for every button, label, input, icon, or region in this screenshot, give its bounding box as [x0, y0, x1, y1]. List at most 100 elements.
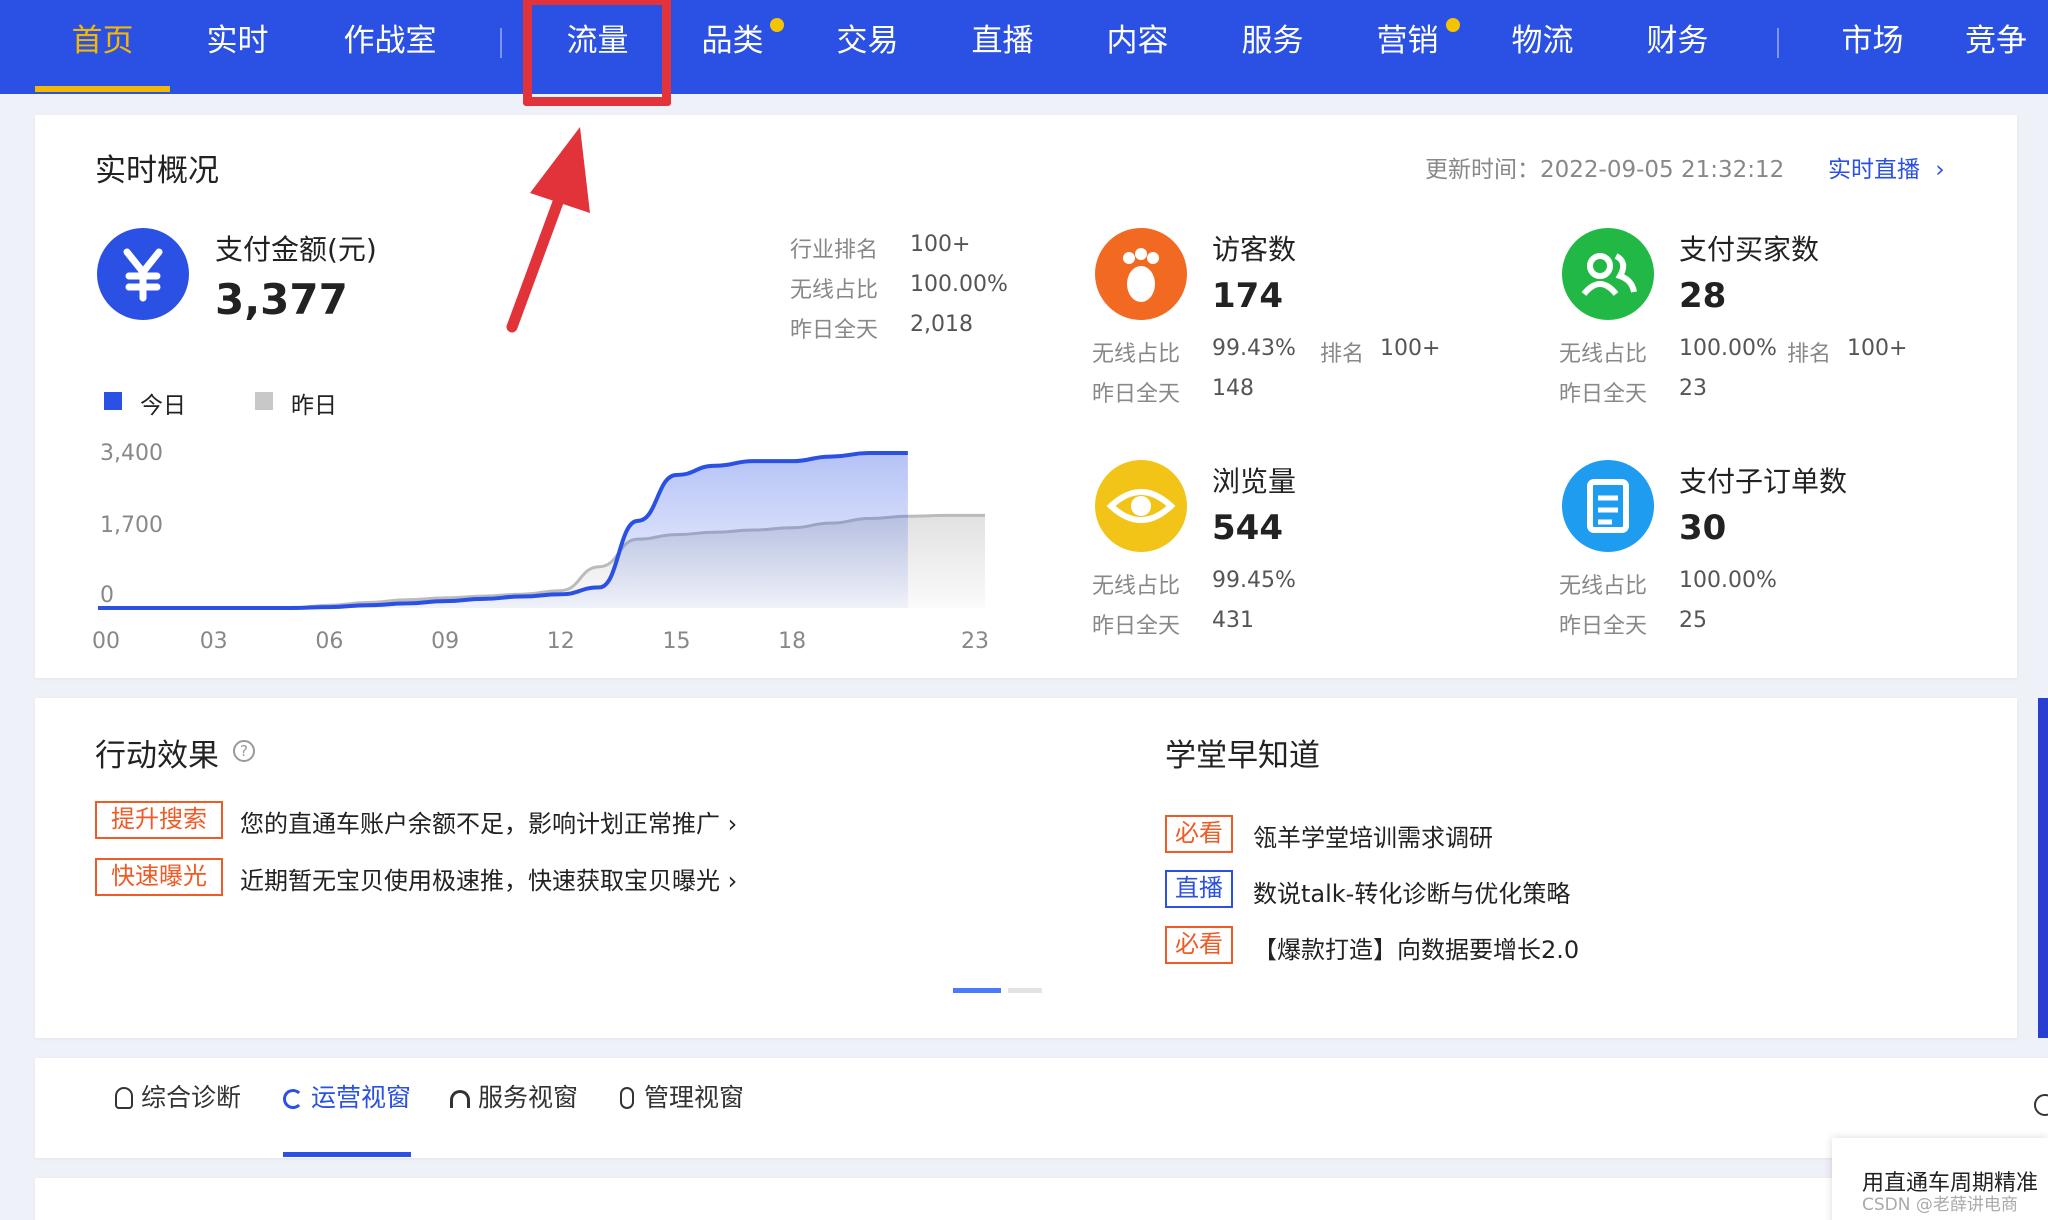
nav-content[interactable]: 内容: [1095, 0, 1180, 94]
highlight-box-annotation: [523, 0, 671, 106]
metric-value: 30: [1679, 508, 1727, 548]
action-text-search[interactable]: 您的直通车账户余额不足，影响计划正常推广 ›: [240, 804, 737, 839]
metric-yesterday-value: 431: [1212, 608, 1254, 633]
y-tick-label: 0: [100, 583, 114, 608]
payment-value: 3,377: [215, 275, 348, 324]
clipboard-icon: [1562, 460, 1654, 552]
school-tag: 必看: [1165, 815, 1233, 853]
payment-rank-value: 100+: [910, 232, 971, 257]
tab-diagnosis-label: 综合诊断: [141, 1083, 242, 1112]
legend-today-label: 今日: [140, 393, 186, 419]
nav-separator: [500, 28, 502, 58]
metric-label: 支付买家数: [1679, 233, 1820, 266]
x-tick-label: 09: [431, 629, 459, 654]
arrow-annotation-icon: [506, 127, 590, 333]
tab-management-label: 管理视窗: [644, 1083, 745, 1112]
action-tag-exposure[interactable]: 快速曝光: [95, 858, 223, 896]
nav-separator: [1777, 28, 1779, 58]
y-tick-label: 3,400: [100, 441, 163, 466]
metric-yesterday-value: 23: [1679, 376, 1707, 401]
nav-market[interactable]: 市场: [1830, 0, 1915, 94]
medal-icon: [620, 1087, 634, 1109]
payment-rank-label: 行业排名: [790, 238, 879, 263]
metric-wireless-label: 无线占比: [1092, 574, 1181, 599]
metric-wireless-value: 100.00%: [1679, 568, 1777, 593]
metric-wireless-label: 无线占比: [1559, 574, 1648, 599]
watermark: CSDN @老薛讲电商: [1862, 1195, 2018, 1215]
school-title: 学堂早知道: [1165, 738, 1320, 774]
metric-label: 支付子订单数: [1679, 465, 1848, 498]
x-tick-label: 15: [662, 629, 690, 654]
tab-management[interactable]: 管理视窗: [620, 1078, 744, 1114]
tab-diagnosis[interactable]: 综合诊断: [115, 1078, 241, 1114]
metric-value: 544: [1212, 508, 1283, 548]
x-tick-label: 18: [778, 629, 806, 654]
nav-home[interactable]: 首页: [40, 0, 165, 94]
legend-yesterday-label: 昨日: [291, 393, 337, 419]
bulb-icon: [115, 1087, 133, 1109]
legend-today-swatch: [104, 392, 122, 410]
school-item-3[interactable]: 【爆款打造】向数据要增长2.0: [1253, 930, 1579, 965]
metric-yesterday-value: 148: [1212, 376, 1254, 401]
tab-operations[interactable]: 运营视窗: [283, 1078, 411, 1114]
chevron-right-icon: ›: [727, 867, 738, 895]
metric-wireless-value: 99.45%: [1212, 568, 1296, 593]
help-icon[interactable]: ?: [233, 740, 255, 762]
payment-wireless-label: 无线占比: [790, 278, 879, 303]
metric-yesterday-value: 25: [1679, 608, 1707, 633]
payment-trend-chart: 3,400 1,700 0 00 03 06 09 12 15 18 23: [92, 441, 989, 654]
metric-rank-label: 排名: [1320, 342, 1365, 367]
nav-live[interactable]: 直播: [960, 0, 1045, 94]
chevron-right-icon: ›: [1935, 157, 1945, 183]
metric-value: 28: [1679, 276, 1727, 316]
tab-operations-label: 运营视窗: [311, 1083, 412, 1112]
realtime-title: 实时概况: [95, 153, 219, 189]
school-tag: 直播: [1165, 870, 1233, 908]
today-area: [98, 453, 908, 608]
legend-yesterday-swatch: [255, 392, 273, 410]
school-tag: 必看: [1165, 926, 1233, 964]
action-text-exposure[interactable]: 近期暂无宝贝使用极速推，快速获取宝贝曝光 ›: [240, 861, 737, 896]
nav-competition[interactable]: 竞争: [1965, 0, 2048, 94]
x-tick-label: 23: [961, 629, 989, 654]
nav-transaction[interactable]: 交易: [825, 0, 910, 94]
action-text-exposure-label: 近期暂无宝贝使用极速推，快速获取宝贝曝光: [240, 867, 720, 895]
metric-wireless-value: 100.00%: [1679, 336, 1777, 361]
action-text-search-label: 您的直通车账户余额不足，影响计划正常推广: [240, 810, 720, 838]
payment-yesterday-label: 昨日全天: [790, 318, 879, 343]
carousel-indicator-active[interactable]: [953, 988, 1001, 993]
metric-rank-label: 排名: [1787, 342, 1832, 367]
payment-yesterday-value: 2,018: [910, 312, 973, 337]
nav-marketing-badge-dot: [1446, 18, 1460, 32]
nav-realtime[interactable]: 实时: [195, 0, 280, 94]
live-link-label: 实时直播: [1828, 157, 1920, 183]
headset-icon: [450, 1090, 470, 1108]
nav-logistics[interactable]: 物流: [1500, 0, 1585, 94]
action-title: 行动效果: [95, 738, 219, 774]
tab-active-underline: [283, 1152, 411, 1157]
nav-finance[interactable]: 财务: [1635, 0, 1720, 94]
top-nav: 首页 实时 作战室 流量 品类 交易 直播 内容 服务 营销 物流 财务 市场 …: [0, 0, 2048, 94]
update-time: 更新时间：2022-09-05 21:32:12: [1425, 157, 1785, 183]
users-icon: [1562, 228, 1654, 320]
x-tick-label: 03: [200, 629, 228, 654]
live-link[interactable]: 实时直播 ›: [1828, 150, 1945, 184]
metric-label: 访客数: [1212, 233, 1297, 266]
metric-yesterday-label: 昨日全天: [1092, 614, 1181, 639]
y-tick-label: 1,700: [100, 513, 163, 538]
nav-category[interactable]: 品类: [690, 0, 775, 94]
eye-icon: [1095, 460, 1187, 552]
metric-wireless-value: 99.43%: [1212, 336, 1296, 361]
footprint-icon: [1095, 228, 1187, 320]
nav-marketing[interactable]: 营销: [1365, 0, 1450, 94]
nav-war-room[interactable]: 作战室: [325, 0, 455, 94]
nav-active-underline: [35, 86, 170, 92]
nav-service[interactable]: 服务: [1230, 0, 1315, 94]
tab-service[interactable]: 服务视窗: [450, 1078, 578, 1114]
school-item-1[interactable]: 瓴羊学堂培训需求调研: [1253, 818, 1493, 853]
carousel-indicator[interactable]: [1008, 988, 1042, 993]
metric-yesterday-label: 昨日全天: [1559, 614, 1648, 639]
refresh-icon: [283, 1089, 303, 1109]
action-tag-search[interactable]: 提升搜索: [95, 801, 223, 839]
school-item-2[interactable]: 数说talk-转化诊断与优化策略: [1253, 874, 1570, 909]
